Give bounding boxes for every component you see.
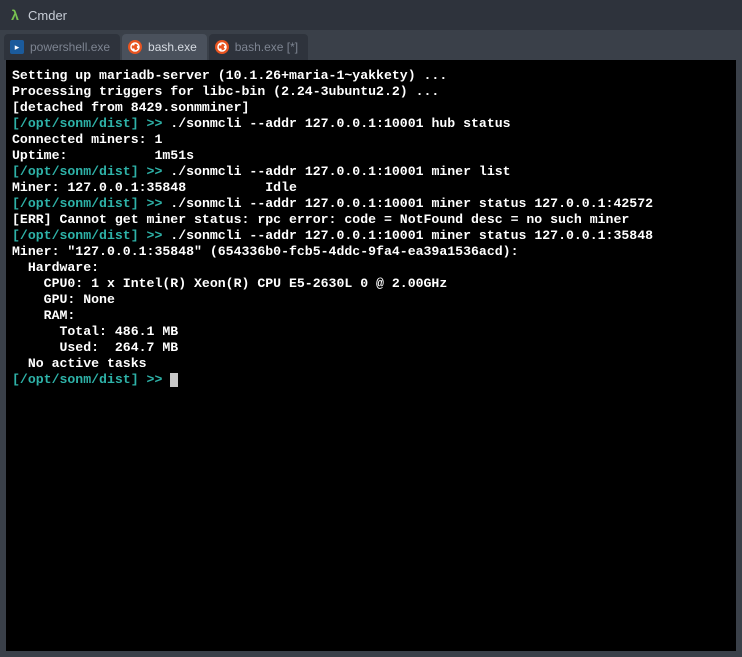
terminal-line: CPU0: 1 x Intel(R) Xeon(R) CPU E5-2630L … (12, 276, 730, 292)
tab-powershell[interactable]: ▸ powershell.exe (4, 34, 120, 60)
terminal-text: ./sonmcli --addr 127.0.0.1:10001 hub sta… (162, 116, 510, 131)
terminal-text: Miner: "127.0.0.1:35848" (654336b0-fcb5-… (12, 244, 518, 259)
terminal-line: Uptime: 1m51s (12, 148, 730, 164)
terminal-line: Connected miners: 1 (12, 132, 730, 148)
terminal-line: No active tasks (12, 356, 730, 372)
terminal-text: ./sonmcli --addr 127.0.0.1:10001 miner s… (162, 196, 653, 211)
tabbar: ▸ powershell.exe bash.exe bash.exe [*] (0, 30, 742, 60)
terminal-text: RAM: (12, 308, 75, 323)
terminal-line: [/opt/sonm/dist] >> ./sonmcli --addr 127… (12, 228, 730, 244)
terminal-line: [/opt/sonm/dist] >> ./sonmcli --addr 127… (12, 116, 730, 132)
tab-label: powershell.exe (30, 40, 110, 54)
terminal-line: [ERR] Cannot get miner status: rpc error… (12, 212, 730, 228)
terminal-text: Total: 486.1 MB (12, 324, 178, 339)
terminal-line: Setting up mariadb-server (10.1.26+maria… (12, 68, 730, 84)
terminal-text: Miner: 127.0.0.1:35848 Idle (12, 180, 297, 195)
terminal-text: [/opt/sonm/dist] >> (12, 116, 162, 131)
terminal-text: Setting up mariadb-server (10.1.26+maria… (12, 68, 447, 83)
terminal-text: [/opt/sonm/dist] >> (12, 372, 162, 387)
terminal-text: [/opt/sonm/dist] >> (12, 164, 162, 179)
terminal-text: Used: 264.7 MB (12, 340, 178, 355)
terminal-line: Total: 486.1 MB (12, 324, 730, 340)
terminal-line: [detached from 8429.sonmminer] (12, 100, 730, 116)
cursor-icon (170, 373, 178, 387)
terminal-text (162, 372, 170, 387)
powershell-icon: ▸ (10, 40, 24, 54)
terminal-line: Used: 264.7 MB (12, 340, 730, 356)
terminal-line: GPU: None (12, 292, 730, 308)
terminal-viewport[interactable]: Setting up mariadb-server (10.1.26+maria… (6, 60, 736, 651)
tab-bash-active[interactable]: bash.exe (122, 34, 207, 60)
tab-label: bash.exe [*] (235, 40, 298, 54)
terminal-text: Uptime: 1m51s (12, 148, 194, 163)
terminal-line: [/opt/sonm/dist] >> ./sonmcli --addr 127… (12, 196, 730, 212)
terminal-line: Processing triggers for libc-bin (2.24-3… (12, 84, 730, 100)
tab-label: bash.exe (148, 40, 197, 54)
tab-bash-2[interactable]: bash.exe [*] (209, 34, 308, 60)
ubuntu-icon (215, 40, 229, 54)
titlebar: λ Cmder (0, 0, 742, 30)
cmder-lambda-icon: λ (8, 8, 22, 22)
terminal-text: [/opt/sonm/dist] >> (12, 228, 162, 243)
terminal-line: RAM: (12, 308, 730, 324)
terminal-text: [ERR] Cannot get miner status: rpc error… (12, 212, 629, 227)
terminal-line: Miner: "127.0.0.1:35848" (654336b0-fcb5-… (12, 244, 730, 260)
terminal-text: ./sonmcli --addr 127.0.0.1:10001 miner l… (162, 164, 510, 179)
terminal-text: Connected miners: 1 (12, 132, 162, 147)
terminal-text: [/opt/sonm/dist] >> (12, 196, 162, 211)
terminal-text: CPU0: 1 x Intel(R) Xeon(R) CPU E5-2630L … (12, 276, 447, 291)
ubuntu-icon (128, 40, 142, 54)
terminal-line: Miner: 127.0.0.1:35848 Idle (12, 180, 730, 196)
terminal-text: Hardware: (12, 260, 99, 275)
terminal-text: GPU: None (12, 292, 115, 307)
app-title: Cmder (28, 8, 67, 23)
terminal-line: Hardware: (12, 260, 730, 276)
terminal-line: [/opt/sonm/dist] >> (12, 372, 730, 388)
terminal-text: [detached from 8429.sonmminer] (12, 100, 249, 115)
terminal-text: ./sonmcli --addr 127.0.0.1:10001 miner s… (162, 228, 653, 243)
terminal-text: Processing triggers for libc-bin (2.24-3… (12, 84, 439, 99)
terminal-line: [/opt/sonm/dist] >> ./sonmcli --addr 127… (12, 164, 730, 180)
terminal-text: No active tasks (12, 356, 147, 371)
